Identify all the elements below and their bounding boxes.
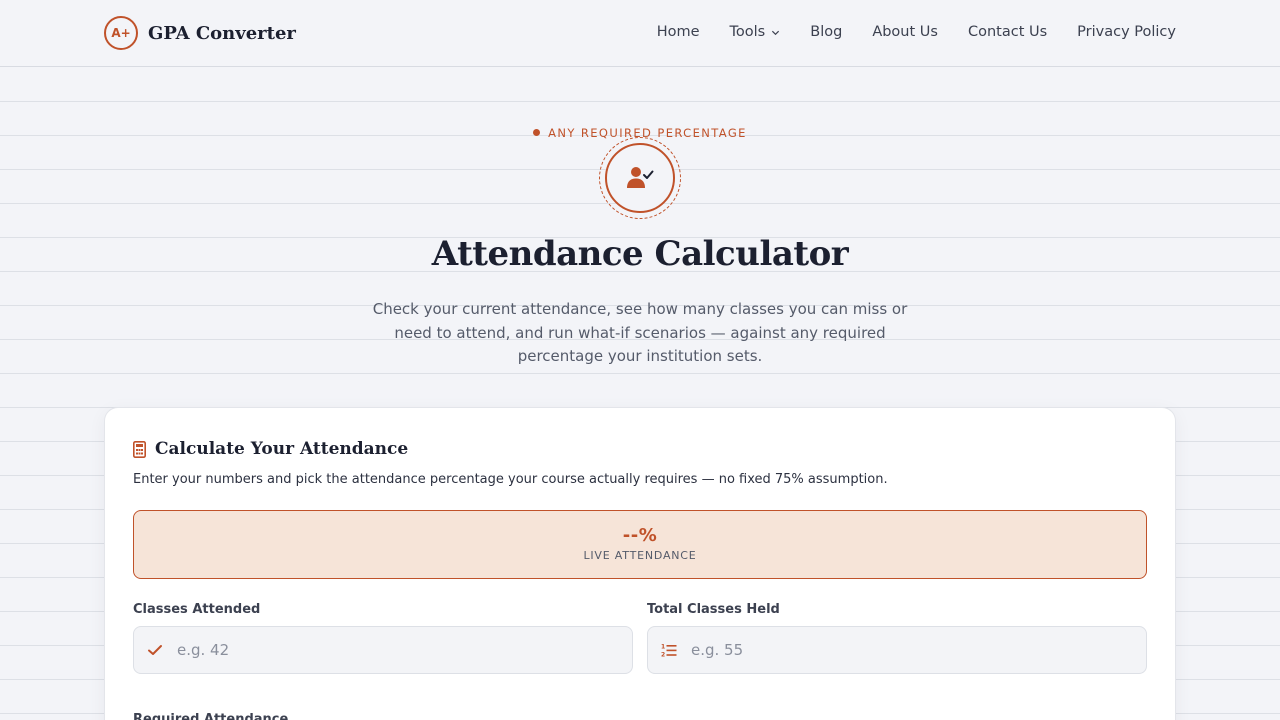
- svg-text:2: 2: [661, 651, 665, 658]
- hero-icon-ring: [599, 137, 681, 219]
- total-classes-input[interactable]: [691, 641, 1111, 659]
- classes-attended-input[interactable]: [177, 641, 597, 659]
- eyebrow-dot: [533, 129, 541, 136]
- nav-about-us[interactable]: About Us: [872, 24, 938, 40]
- live-attendance-value: --%: [622, 525, 658, 546]
- calculator-icon: [133, 440, 146, 458]
- required-attendance-label: Required Attendance: [133, 712, 289, 720]
- nav-contact-us[interactable]: Contact Us: [968, 24, 1047, 40]
- card-title-text: Calculate Your Attendance: [155, 439, 409, 459]
- total-classes-field[interactable]: 1 2: [647, 626, 1147, 674]
- user-check-icon: [627, 167, 654, 188]
- chevron-down-icon: [772, 30, 780, 35]
- page-subtitle: Check your current attendance, see how m…: [372, 300, 908, 365]
- brand-name: GPA Converter: [148, 22, 296, 44]
- classes-attended-field[interactable]: [133, 626, 633, 674]
- page-title: Attendance Calculator: [431, 234, 849, 274]
- brand-logo[interactable]: A+ GPA Converter: [104, 16, 296, 50]
- main-nav: Home Tools Blog About Us Contact Us Priv…: [627, 24, 1176, 40]
- hero-icon-circle: [605, 143, 675, 213]
- nav-tools[interactable]: Tools: [730, 24, 781, 40]
- nav-tools-label: Tools: [729, 24, 766, 40]
- svg-text:1: 1: [661, 643, 665, 650]
- live-attendance-label: LIVE ATTENDANCE: [583, 549, 697, 562]
- numbered-list-icon: 1 2: [661, 643, 677, 658]
- nav-privacy-policy[interactable]: Privacy Policy: [1077, 24, 1176, 40]
- nav-home[interactable]: Home: [657, 24, 700, 40]
- nav-blog[interactable]: Blog: [810, 24, 842, 40]
- card-title: Calculate Your Attendance: [133, 439, 408, 459]
- check-icon: [148, 645, 162, 655]
- card-description: Enter your numbers and pick the attendan…: [133, 472, 888, 487]
- live-attendance-box: --% LIVE ATTENDANCE: [133, 510, 1147, 579]
- site-header: A+ GPA Converter Home Tools Blog About U…: [0, 0, 1280, 67]
- classes-attended-label: Classes Attended: [133, 602, 261, 617]
- calculator-card: Calculate Your Attendance Enter your num…: [104, 407, 1176, 720]
- total-classes-label: Total Classes Held: [647, 602, 780, 617]
- logo-mark: A+: [104, 16, 138, 50]
